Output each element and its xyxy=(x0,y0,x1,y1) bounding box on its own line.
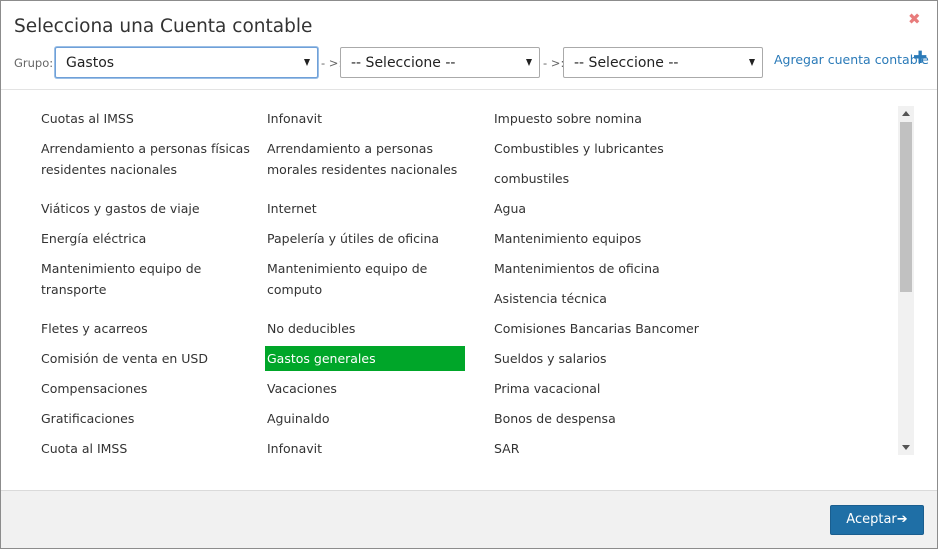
select-account-dialog: Selecciona una Cuenta contable ✖ Grupo: … xyxy=(0,0,938,549)
scroll-up-icon[interactable] xyxy=(902,111,910,116)
filter-toolbar: Grupo: Gastos - >: -- Seleccione -- - >:… xyxy=(1,47,938,79)
account-item[interactable]: Energía eléctrica xyxy=(41,228,146,249)
group-label: Grupo: xyxy=(14,56,54,70)
account-select-value: -- Seleccione -- xyxy=(574,55,679,71)
account-item[interactable]: SAR xyxy=(494,438,519,459)
account-item[interactable]: Aguinaldo xyxy=(267,408,330,429)
account-item[interactable]: Infonavit xyxy=(267,438,322,459)
separator-2: - >: xyxy=(543,56,565,70)
accept-button-label: Aceptar xyxy=(846,512,897,527)
group-select-value: Gastos xyxy=(66,55,115,71)
chevron-down-icon xyxy=(749,59,755,66)
account-item[interactable]: Asistencia técnica xyxy=(494,288,607,309)
account-item[interactable]: Agua xyxy=(494,198,526,219)
account-item[interactable]: Compensaciones xyxy=(41,378,147,399)
account-item[interactable]: combustiles xyxy=(494,168,569,189)
account-item[interactable]: Sueldos y salarios xyxy=(494,348,607,369)
account-item[interactable]: Mantenimiento equipo de xyxy=(41,258,201,279)
account-item[interactable]: Papelería y útiles de oficina xyxy=(267,228,439,249)
account-item[interactable]: Cuotas al IMSS xyxy=(41,108,134,129)
dialog-title: Selecciona una Cuenta contable xyxy=(14,16,313,37)
account-item-selected[interactable]: Gastos generales xyxy=(265,346,465,371)
account-item[interactable]: Comisiones Bancarias Bancomer xyxy=(494,318,699,339)
account-item[interactable]: Impuesto sobre nomina xyxy=(494,108,642,129)
account-select[interactable]: -- Seleccione -- xyxy=(563,47,763,78)
accept-button[interactable]: Aceptar➔ xyxy=(830,505,924,535)
vertical-scrollbar[interactable] xyxy=(898,106,914,455)
account-item[interactable]: Arrendamiento a personas físicas xyxy=(41,138,250,159)
account-item[interactable]: Mantenimiento equipo de xyxy=(267,258,427,279)
add-account-link[interactable]: Agregar cuenta contable xyxy=(774,52,929,67)
account-item[interactable]: No deducibles xyxy=(267,318,355,339)
account-item[interactable]: Gratificaciones xyxy=(41,408,134,429)
arrow-right-icon: ➔ xyxy=(896,512,908,527)
account-item[interactable]: morales residentes nacionales xyxy=(267,159,457,180)
account-item[interactable]: Prima vacacional xyxy=(494,378,600,399)
account-item[interactable]: Bonos de despensa xyxy=(494,408,616,429)
chevron-down-icon xyxy=(304,59,310,66)
account-item[interactable]: Mantenimientos de oficina xyxy=(494,258,660,279)
account-item[interactable]: residentes nacionales xyxy=(41,159,177,180)
account-item[interactable]: Internet xyxy=(267,198,317,219)
account-item[interactable]: Mantenimiento equipos xyxy=(494,228,641,249)
account-item[interactable]: Arrendamiento a personas xyxy=(267,138,433,159)
dialog-footer: Aceptar➔ xyxy=(1,490,937,548)
account-item[interactable]: Cuota al IMSS xyxy=(41,438,127,459)
scroll-down-icon[interactable] xyxy=(902,445,910,450)
account-item[interactable]: Combustibles y lubricantes xyxy=(494,138,664,159)
account-item[interactable]: Viáticos y gastos de viaje xyxy=(41,198,200,219)
account-item[interactable]: Infonavit xyxy=(267,108,322,129)
group-select[interactable]: Gastos xyxy=(55,47,318,78)
plus-icon[interactable]: ✚ xyxy=(913,48,927,68)
account-item[interactable]: Fletes y acarreos xyxy=(41,318,148,339)
subgroup-select[interactable]: -- Seleccione -- xyxy=(340,47,540,78)
scroll-thumb[interactable] xyxy=(900,122,912,292)
account-item[interactable]: computo xyxy=(267,279,322,300)
close-icon[interactable]: ✖ xyxy=(908,12,921,27)
account-item[interactable]: Vacaciones xyxy=(267,378,337,399)
account-list: Cuotas al IMSS Arrendamiento a personas f… xyxy=(1,90,937,490)
subgroup-select-value: -- Seleccione -- xyxy=(351,55,456,71)
chevron-down-icon xyxy=(526,59,532,66)
account-item[interactable]: transporte xyxy=(41,279,106,300)
account-item[interactable]: Comisión de venta en USD xyxy=(41,348,208,369)
